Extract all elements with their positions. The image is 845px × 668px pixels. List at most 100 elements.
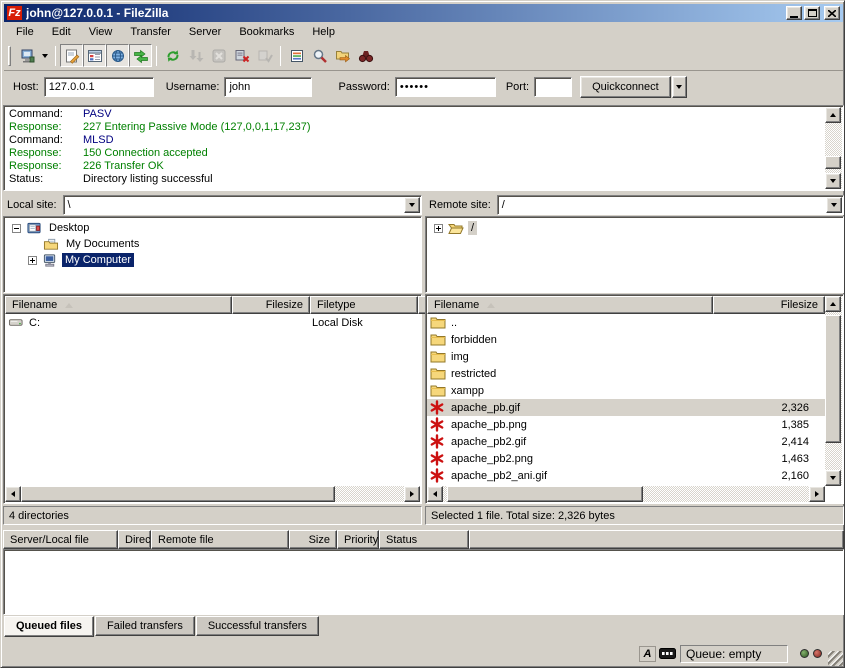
host-input[interactable]	[44, 77, 154, 97]
synchronized-browsing-button[interactable]	[354, 44, 377, 67]
scrollbar-thumb[interactable]	[21, 486, 335, 502]
remote-file-row[interactable]: img	[427, 348, 825, 365]
scroll-down-button[interactable]	[825, 173, 841, 189]
arrow-right-icon	[410, 491, 414, 497]
refresh-button[interactable]	[161, 44, 184, 67]
remote-file-row[interactable]: apache_pb2_ani.gif2,160	[427, 467, 825, 484]
remote-file-row[interactable]: restricted	[427, 365, 825, 382]
local-file-row[interactable]: C: Local Disk	[5, 314, 420, 331]
remote-file-row[interactable]: apache_pb2.png1,463	[427, 450, 825, 467]
remote-file-row[interactable]: apache_pb.png1,385	[427, 416, 825, 433]
quickconnect-dropdown-button[interactable]	[672, 76, 687, 98]
remote-file-row[interactable]: forbidden	[427, 331, 825, 348]
local-site-dropdown-button[interactable]	[404, 197, 420, 213]
menu-bookmarks[interactable]: Bookmarks	[230, 23, 303, 41]
queue-column-status[interactable]: Status	[379, 530, 469, 549]
scroll-right-button[interactable]	[404, 486, 420, 502]
remote-hscrollbar[interactable]	[427, 486, 825, 502]
quickconnect-button[interactable]: Quickconnect	[580, 76, 671, 98]
remote-site-dropdown-button[interactable]	[826, 197, 842, 213]
menu-server[interactable]: Server	[180, 23, 230, 41]
toolbar-grabber[interactable]	[8, 46, 11, 66]
tree-item-my-computer[interactable]: My Computer	[4, 252, 421, 268]
scroll-up-button[interactable]	[825, 296, 841, 312]
queue-column-size[interactable]: Size	[289, 530, 337, 549]
tree-item-my-documents[interactable]: My Documents	[4, 236, 421, 252]
menu-edit[interactable]: Edit	[43, 23, 80, 41]
queue-column-remote-file[interactable]: Remote file	[151, 530, 289, 549]
local-column-filename[interactable]: Filename	[5, 296, 232, 314]
toggle-local-tree-button[interactable]	[83, 44, 106, 67]
arrow-down-icon	[830, 179, 836, 183]
local-column-filetype[interactable]: Filetype	[310, 296, 418, 314]
queue-column-server-local-file[interactable]: Server/Local file	[3, 530, 118, 549]
toggle-message-log-button[interactable]	[60, 44, 83, 67]
scrollbar-thumb[interactable]	[825, 315, 841, 443]
local-hscrollbar[interactable]	[5, 486, 420, 502]
scroll-down-button[interactable]	[825, 470, 841, 486]
remote-file-row[interactable]: xampp	[427, 382, 825, 399]
message-log: Command:PASV Response:227 Entering Passi…	[3, 105, 844, 191]
remote-site-combo[interactable]: /	[497, 195, 844, 215]
folder-icon	[430, 366, 446, 381]
local-column-filesize[interactable]: Filesize	[232, 296, 310, 314]
tab-successful-transfers[interactable]: Successful transfers	[196, 616, 319, 636]
expand-icon[interactable]	[28, 256, 37, 265]
toggle-remote-tree-button[interactable]	[106, 44, 129, 67]
remote-column-filesize[interactable]: Filesize	[713, 296, 825, 314]
my-documents-icon	[43, 237, 59, 252]
remote-file-row[interactable]: ..	[427, 314, 825, 331]
password-input[interactable]	[395, 77, 496, 97]
close-button[interactable]	[824, 6, 840, 20]
tab-failed-transfers[interactable]: Failed transfers	[95, 616, 195, 636]
scrollbar-thumb[interactable]	[447, 486, 643, 502]
desktop-icon	[26, 221, 42, 236]
username-input[interactable]	[224, 77, 312, 97]
local-site-label: Local site:	[3, 199, 63, 211]
resize-grip[interactable]	[828, 651, 843, 666]
cancel-operation-button[interactable]	[207, 44, 230, 67]
scroll-right-button[interactable]	[809, 486, 825, 502]
directory-comparison-button[interactable]	[331, 44, 354, 67]
menu-file[interactable]: File	[7, 23, 43, 41]
directory-listing-filters-button[interactable]	[285, 44, 308, 67]
queue-column-direction[interactable]: Directi...	[118, 530, 151, 549]
scroll-left-button[interactable]	[5, 486, 21, 502]
expand-icon[interactable]	[434, 224, 443, 233]
local-site-combo[interactable]: \	[63, 195, 422, 215]
log-line: Command:MLSD	[9, 134, 823, 147]
site-manager-dropdown-button[interactable]	[38, 44, 51, 67]
file-search-button[interactable]	[308, 44, 331, 67]
collapse-icon[interactable]	[12, 224, 21, 233]
queue-column-filler	[469, 530, 844, 549]
folder-open-icon	[448, 221, 464, 236]
menu-help[interactable]: Help	[303, 23, 344, 41]
port-input[interactable]	[534, 77, 572, 97]
remote-vscrollbar[interactable]	[825, 296, 842, 486]
disconnect-button[interactable]	[230, 44, 253, 67]
open-site-manager-button[interactable]	[15, 44, 38, 67]
remote-file-row[interactable]: apache_pb2.gif2,414	[427, 433, 825, 450]
tab-queued-files[interactable]: Queued files	[4, 616, 94, 637]
menu-transfer[interactable]: Transfer	[121, 23, 180, 41]
maximize-button[interactable]	[804, 6, 820, 20]
process-queue-button[interactable]	[184, 44, 207, 67]
menu-view[interactable]: View	[80, 23, 122, 41]
scroll-up-button[interactable]	[825, 107, 841, 123]
remote-column-filename[interactable]: Filename	[427, 296, 713, 314]
toggle-transfer-queue-button[interactable]	[129, 44, 152, 67]
filter-icon	[289, 48, 305, 64]
local-list-header: Filename Filesize Filetype L	[5, 296, 420, 314]
minimize-icon	[790, 16, 798, 18]
minimize-button[interactable]	[786, 6, 802, 20]
scrollbar-thumb[interactable]	[825, 156, 841, 169]
log-scrollbar[interactable]	[825, 107, 842, 189]
search-icon	[312, 48, 328, 64]
remote-file-row-selected[interactable]: apache_pb.gif2,326	[427, 399, 825, 416]
titlebar[interactable]: Fz john@127.0.0.1 - FileZilla	[4, 4, 843, 22]
queue-column-priority[interactable]: Priority	[337, 530, 379, 549]
scroll-left-button[interactable]	[427, 486, 443, 502]
tree-item-desktop[interactable]: Desktop	[4, 220, 421, 236]
tree-item-root[interactable]: /	[426, 220, 843, 236]
reconnect-button[interactable]	[253, 44, 276, 67]
